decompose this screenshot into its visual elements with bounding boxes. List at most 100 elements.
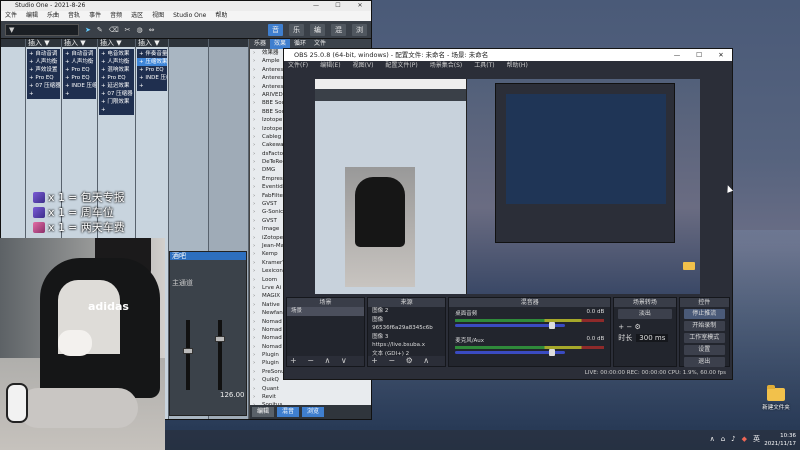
exit-button[interactable]: 退出	[683, 357, 725, 367]
folder-icon[interactable]	[683, 262, 695, 270]
mode-selector[interactable]: ▼	[5, 23, 79, 36]
insert-slot[interactable]: +	[99, 106, 134, 114]
insert-slot[interactable]: +	[27, 90, 60, 98]
shield-icon[interactable]: ◆	[742, 435, 747, 443]
chevron-up-icon[interactable]: ∧	[710, 435, 715, 443]
insert-slot[interactable]: + INDE 压缩	[63, 82, 96, 90]
insert-slot[interactable]: + INDE 压缩	[137, 74, 167, 82]
insert-slot[interactable]: +	[137, 82, 167, 90]
menu-edit[interactable]: 编辑	[26, 11, 38, 21]
stop-streaming-button[interactable]: 停止推流	[683, 309, 725, 319]
insert-slot[interactable]: + 人声均衡	[27, 58, 60, 66]
scene-item[interactable]: 场景	[287, 307, 365, 316]
network-icon[interactable]: ⌂	[721, 435, 725, 443]
minimize-button[interactable]: —	[305, 1, 327, 11]
menu-view[interactable]: 视图	[152, 11, 164, 21]
close-button[interactable]: ✕	[349, 1, 371, 11]
mute-tool-icon[interactable]: ◍	[137, 26, 143, 34]
minimize-button[interactable]: —	[666, 49, 688, 61]
insert-header[interactable]: 插入 ▼	[62, 39, 97, 47]
insert-slot[interactable]: +	[63, 90, 96, 98]
eraser-tool-icon[interactable]: ⌫	[109, 26, 119, 34]
insert-slot[interactable]: + Pro EQ	[63, 74, 96, 82]
tab-instruments[interactable]: 乐器	[250, 39, 270, 49]
browse-button[interactable]: 浏	[352, 23, 367, 36]
close-button[interactable]: ✕	[710, 49, 732, 61]
insert-slot[interactable]: + 人声均衡	[99, 58, 134, 66]
fader-knob[interactable]	[215, 336, 225, 342]
menu-song[interactable]: 乐曲	[47, 11, 59, 21]
source-controls[interactable]: + − ⚙ ∧ ∨	[368, 356, 446, 375]
source-item[interactable]: 图像 3	[368, 333, 445, 342]
source-item[interactable]: 96536f6a29a8345c6b	[368, 324, 445, 333]
insert-slot[interactable]: + Pro EQ	[99, 74, 134, 82]
insert-header[interactable]: 插入 ▼	[98, 39, 135, 47]
volume-icon[interactable]: ♪	[731, 435, 735, 443]
arrow-tool-icon[interactable]: ➤	[85, 26, 91, 34]
mix-button[interactable]: 混	[331, 23, 346, 36]
menu-help[interactable]: 帮助(H)	[507, 61, 528, 70]
insert-header[interactable]: 插入 ▼	[136, 39, 168, 47]
volume-slider[interactable]	[455, 349, 566, 356]
menu-track[interactable]: 音轨	[68, 11, 80, 21]
menu-file[interactable]: 文件	[5, 11, 17, 21]
transition-add-remove[interactable]: + − ⚙	[614, 321, 675, 333]
menu-file[interactable]: 文件(F)	[288, 61, 308, 70]
taskbar-clock[interactable]: 10:36 2021/11/17	[764, 432, 796, 448]
menu-scene-collection[interactable]: 场景集合(S)	[430, 61, 463, 70]
menu-audio[interactable]: 音频	[110, 11, 122, 21]
insert-slot[interactable]: + 07 压缩器	[27, 82, 60, 90]
insert-slot[interactable]: + 混响效果	[99, 66, 134, 74]
song-page-button[interactable]: 音	[268, 23, 283, 36]
settings-button[interactable]: 设置	[683, 345, 725, 355]
transition-select[interactable]: 淡出	[618, 309, 672, 319]
insert-slot[interactable]: + Pro EQ	[27, 74, 60, 82]
volume-fader[interactable]	[186, 320, 190, 390]
edit-page-button[interactable]: 编辑	[252, 407, 275, 417]
desktop-folder[interactable]: 新建文件夹	[762, 385, 790, 411]
insert-slot[interactable]: + 伴奏音量	[137, 50, 167, 58]
insert-slot[interactable]: + 延迟效果	[99, 82, 134, 90]
obs-preview[interactable]	[315, 79, 700, 294]
maximize-button[interactable]: ☐	[688, 49, 710, 61]
edit-button[interactable]: 编	[310, 23, 325, 36]
source-item[interactable]: 图像	[368, 316, 445, 325]
insert-slot[interactable]: + 自动音调	[63, 50, 96, 58]
split-tool-icon[interactable]: ✂	[125, 26, 131, 34]
source-item[interactable]: https://live.bsuba.x	[368, 341, 445, 350]
browser-item[interactable]: Revit	[250, 393, 371, 401]
volume-slider[interactable]	[455, 322, 566, 329]
maximize-button[interactable]: ☐	[327, 1, 349, 11]
scene-controls[interactable]: + − ∧ ∨	[287, 356, 365, 366]
browse-page-button[interactable]: 浏览	[302, 407, 325, 417]
menu-help[interactable]: 帮助	[215, 11, 227, 21]
source-item[interactable]: 图像 2	[368, 307, 445, 316]
insert-slot[interactable]: + 自动音调	[27, 50, 60, 58]
bend-tool-icon[interactable]: ⇔	[149, 26, 155, 34]
project-page-button[interactable]: 乐	[289, 23, 304, 36]
mix-page-button[interactable]: 混音	[277, 407, 300, 417]
insert-slot[interactable]: + 声效设置	[27, 66, 60, 74]
menu-event[interactable]: 事件	[89, 11, 101, 21]
studio-mode-button[interactable]: 工作室模式	[683, 333, 725, 343]
browser-item[interactable]: Quant	[250, 385, 371, 393]
insert-slot[interactable]: + 07 压缩器	[99, 90, 134, 98]
menu-studio-one[interactable]: Studio One	[173, 11, 206, 21]
menu-tools[interactable]: 工具(T)	[474, 61, 494, 70]
pencil-tool-icon[interactable]: ✎	[97, 26, 103, 34]
fader-knob[interactable]	[183, 348, 193, 354]
insert-slot[interactable]: + 人声均衡	[63, 58, 96, 66]
duration-input[interactable]: 300 ms	[636, 334, 669, 342]
insert-slot[interactable]: + 门限效果	[99, 98, 134, 106]
menu-view[interactable]: 视图(V)	[353, 61, 374, 70]
menu-edit[interactable]: 编辑(E)	[320, 61, 340, 70]
insert-slot[interactable]: + 电音效果	[99, 50, 134, 58]
insert-slot[interactable]: + Pro EQ	[63, 66, 96, 74]
start-recording-button[interactable]: 开始录制	[683, 321, 725, 331]
volume-fader[interactable]	[218, 320, 222, 390]
input-icon[interactable]: 英	[753, 434, 760, 444]
menu-profile[interactable]: 配置文件(P)	[385, 61, 417, 70]
insert-slot[interactable]: + 压缩效果	[137, 58, 167, 66]
menu-selection[interactable]: 选区	[131, 11, 143, 21]
insert-slot[interactable]: + Pro EQ	[137, 66, 167, 74]
